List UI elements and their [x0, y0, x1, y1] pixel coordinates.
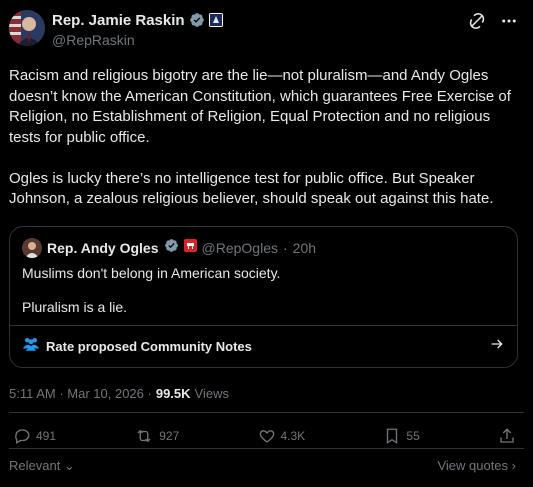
author-name[interactable]: Rep. Jamie Raskin [52, 12, 185, 29]
quoted-post-time[interactable]: 20h [293, 240, 316, 256]
bookmark-count: 55 [406, 429, 420, 443]
house-seal-badge-icon[interactable] [208, 13, 223, 27]
quoted-author-name[interactable]: Rep. Andy Ogles [47, 240, 159, 256]
share-icon [498, 427, 516, 445]
reply-button[interactable]: 491 [13, 427, 56, 445]
bookmark-icon [383, 427, 401, 445]
post-text: Racism and religious bigotry are the lie… [9, 66, 524, 230]
quoted-line-1: Muslims don't belong in American society… [22, 265, 281, 281]
heart-icon [258, 427, 276, 445]
action-bar: 491 927 4.3K 55 [13, 427, 516, 445]
view-quotes-link[interactable]: View quotes › [437, 458, 516, 474]
post-meta: 5:11 AM · Mar 10, 2026 · 99.5K Views [9, 386, 229, 401]
reply-icon [13, 427, 31, 445]
divider-bottom [9, 448, 524, 449]
like-button[interactable]: 4.3K [258, 427, 306, 445]
quoted-post[interactable]: Rep. Andy Ogles @RepOgles · 20h Muslims … [9, 226, 518, 368]
share-button[interactable] [498, 427, 516, 445]
post-header: Rep. Jamie Raskin @RepRaskin [9, 8, 524, 48]
replies-footer: Relevant ⌄ View quotes › [9, 458, 516, 474]
reply-count: 491 [36, 429, 57, 443]
post-paragraph-2: Ogles is lucky there’s no intelligence t… [9, 169, 494, 208]
arrow-right-icon[interactable] [489, 336, 505, 357]
quoted-author-handle[interactable]: @RepOgles [202, 240, 278, 256]
community-notes-bar[interactable]: Rate proposed Community Notes [10, 325, 517, 367]
republican-badge-icon[interactable] [183, 239, 197, 257]
post-paragraph-1: Racism and religious bigotry are the lie… [9, 67, 516, 146]
views-label: Views [194, 386, 229, 401]
meta-separator: · [282, 240, 288, 256]
verified-gray-badge-icon [164, 238, 179, 258]
more-icon[interactable] [500, 12, 518, 30]
sort-label: Relevant [9, 458, 61, 473]
chevron-right-icon: › [508, 458, 516, 473]
like-count: 4.3K [280, 429, 306, 443]
author-handle[interactable]: @RepRaskin [52, 32, 223, 48]
bookmark-button[interactable]: 55 [383, 427, 420, 445]
quoted-author-avatar[interactable] [22, 238, 42, 258]
grok-icon[interactable] [468, 12, 486, 30]
chevron-down-icon: ⌄ [60, 458, 75, 473]
quoted-line-2: Pluralism is a lie. [22, 299, 128, 315]
rate-notes-label: Rate proposed Community Notes [46, 339, 252, 354]
verified-gray-badge-icon [189, 12, 205, 28]
divider-top [9, 412, 524, 413]
author-avatar[interactable] [9, 10, 45, 46]
view-quotes-label: View quotes [437, 458, 509, 473]
repost-count: 927 [159, 429, 180, 443]
post-timestamp[interactable]: 5:11 AM · Mar 10, 2026 · [9, 386, 152, 401]
people-icon [22, 336, 40, 357]
views-count: 99.5K [155, 386, 191, 401]
sort-dropdown[interactable]: Relevant ⌄ [9, 458, 75, 474]
repost-icon [134, 427, 154, 445]
repost-button[interactable]: 927 [134, 427, 179, 445]
